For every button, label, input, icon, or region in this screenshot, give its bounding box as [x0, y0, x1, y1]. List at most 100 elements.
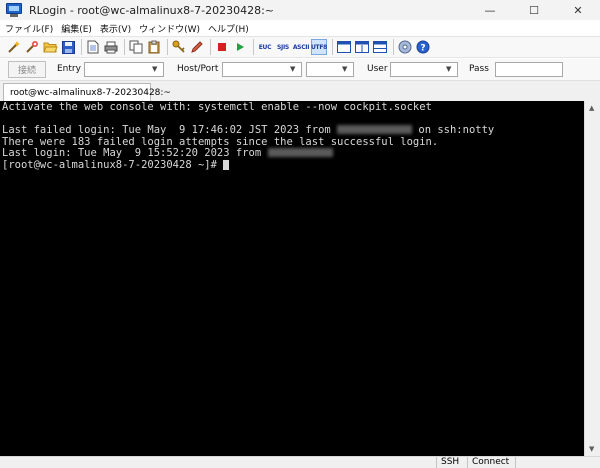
toolbar-separator	[81, 39, 82, 55]
rlogin-app-icon	[6, 3, 22, 17]
help-icon: ?	[416, 40, 430, 54]
close-icon: ✕	[573, 3, 583, 17]
utf8-label: UTF8	[310, 43, 328, 51]
password-field[interactable]	[495, 62, 563, 77]
window-title: RLogin - root@wc-almalinux8-7-20230428:~	[29, 3, 275, 17]
stop-icon	[218, 43, 226, 51]
floppy-disk-icon	[61, 40, 75, 54]
encoding-euc-button[interactable]: EUC	[257, 39, 273, 55]
toolbar-separator	[124, 39, 125, 55]
menu-edit[interactable]: 編集(E)	[61, 22, 92, 35]
vertical-scrollbar[interactable]: ▲ ▼	[584, 101, 600, 456]
toolbar-separator	[167, 39, 168, 55]
new-connection-button[interactable]	[6, 39, 22, 55]
help-button[interactable]: ?	[415, 39, 431, 55]
menu-view[interactable]: 表示(V)	[100, 22, 131, 35]
encoding-sjis-button[interactable]: SJIS	[275, 39, 291, 55]
encoding-utf8-button[interactable]: UTF8	[311, 39, 327, 55]
tab-session[interactable]: root@wc-almalinux8-7-20230428:~	[3, 83, 171, 101]
ascii-label: ASCII	[292, 43, 310, 51]
disc-icon	[398, 40, 412, 54]
minimize-icon: —	[484, 3, 496, 17]
split-horizontal-icon	[355, 41, 369, 53]
window-controls: — ☐ ✕	[468, 0, 600, 20]
tab-strip: root@wc-almalinux8-7-20230428:~	[0, 81, 600, 101]
toolbar: EUC SJIS ASCII UTF8 ?	[0, 36, 600, 58]
menu-help[interactable]: ヘルプ(H)	[208, 22, 249, 35]
chevron-down-icon: ▼	[446, 65, 452, 73]
sjis-label: SJIS	[277, 43, 289, 51]
document-icon	[87, 40, 99, 54]
terminal-text: Last login: Tue May 9 15:52:20 2023 from	[2, 147, 268, 159]
redacted-ip	[267, 148, 333, 157]
copy-icon	[129, 40, 143, 54]
chevron-down-icon: ▼	[342, 65, 348, 73]
close-button[interactable]: ✕	[556, 0, 600, 20]
toolbar-separator	[253, 39, 254, 55]
redacted-ip	[337, 125, 413, 134]
toolbar-separator	[332, 39, 333, 55]
host-combobox[interactable]: ▼	[222, 62, 302, 77]
menu-bar: ファイル(F) 編集(E) 表示(V) ウィンドウ(W) ヘルプ(H)	[0, 20, 600, 36]
host-port-label: Host/Port	[177, 64, 219, 74]
terminal-prompt-line: [root@wc-almalinux8-7-20230428 ~]#	[2, 158, 582, 172]
sparkle-wand-icon	[26, 41, 38, 53]
terminal-screen[interactable]: Activate the web console with: systemctl…	[0, 101, 584, 456]
maximize-icon: ☐	[529, 3, 539, 17]
split-horizontal-button[interactable]	[354, 39, 370, 55]
terminal-text: on ssh:notty	[412, 124, 495, 136]
save-button[interactable]	[60, 39, 76, 55]
status-protocol: SSH	[436, 457, 467, 468]
menu-window[interactable]: ウィンドウ(W)	[139, 22, 200, 35]
maximize-button[interactable]: ☐	[512, 0, 556, 20]
user-combobox[interactable]: ▼	[390, 62, 458, 77]
menu-file[interactable]: ファイル(F)	[5, 22, 53, 35]
tab-session-label: root@wc-almalinux8-7-20230428:~	[10, 87, 171, 98]
user-label: User	[367, 64, 388, 74]
entry-label: Entry	[57, 64, 81, 74]
new-document-button[interactable]	[85, 39, 101, 55]
connection-bar: 接続 Entry ▼ Host/Port ▼ ▼ User ▼ Pass	[0, 59, 600, 81]
status-bar: SSH Connect	[0, 456, 600, 468]
pencil-icon	[191, 41, 203, 53]
svg-text:?: ?	[420, 44, 425, 54]
terminal-text: Last failed login: Tue May 9 17:46:02 JS…	[2, 124, 338, 136]
key-icon	[172, 40, 185, 53]
clipboard-icon	[148, 40, 160, 54]
toolbar-separator	[393, 39, 394, 55]
scroll-up-icon[interactable]: ▲	[589, 104, 594, 112]
chevron-down-icon: ▼	[152, 65, 158, 73]
entry-combobox[interactable]: ▼	[84, 62, 164, 77]
title-bar[interactable]: RLogin - root@wc-almalinux8-7-20230428:~…	[0, 0, 600, 20]
folder-open-icon	[42, 42, 58, 52]
pass-label: Pass	[469, 64, 489, 74]
key-manager-button[interactable]	[171, 39, 187, 55]
play-button[interactable]	[232, 39, 248, 55]
open-button[interactable]	[42, 39, 58, 55]
shell-prompt: [root@wc-almalinux8-7-20230428 ~]#	[2, 158, 224, 171]
split-vertical-button[interactable]	[372, 39, 388, 55]
paste-button[interactable]	[146, 39, 162, 55]
edit-button[interactable]	[189, 39, 205, 55]
connect-button[interactable]: 接続	[8, 61, 46, 78]
window-layout-icon	[337, 41, 351, 53]
text-cursor	[223, 159, 230, 170]
minimize-button[interactable]: —	[468, 0, 512, 20]
scroll-down-icon[interactable]: ▼	[589, 445, 594, 453]
printer-icon	[104, 41, 118, 53]
options-button[interactable]	[397, 39, 413, 55]
split-vertical-icon	[373, 41, 387, 53]
status-empty	[515, 457, 600, 468]
chevron-down-icon: ▼	[290, 65, 296, 73]
encoding-ascii-button[interactable]: ASCII	[292, 39, 310, 55]
print-button[interactable]	[103, 39, 119, 55]
magic-wand-icon	[8, 41, 20, 53]
quick-connect-button[interactable]	[24, 39, 40, 55]
terminal-line: Last failed login: Tue May 9 17:46:02 JS…	[2, 124, 582, 137]
status-connection: Connect	[467, 457, 515, 468]
port-combobox[interactable]: ▼	[306, 62, 354, 77]
euc-label: EUC	[258, 43, 272, 51]
stop-button[interactable]	[214, 39, 230, 55]
copy-button[interactable]	[128, 39, 144, 55]
screen-layout-button[interactable]	[336, 39, 352, 55]
